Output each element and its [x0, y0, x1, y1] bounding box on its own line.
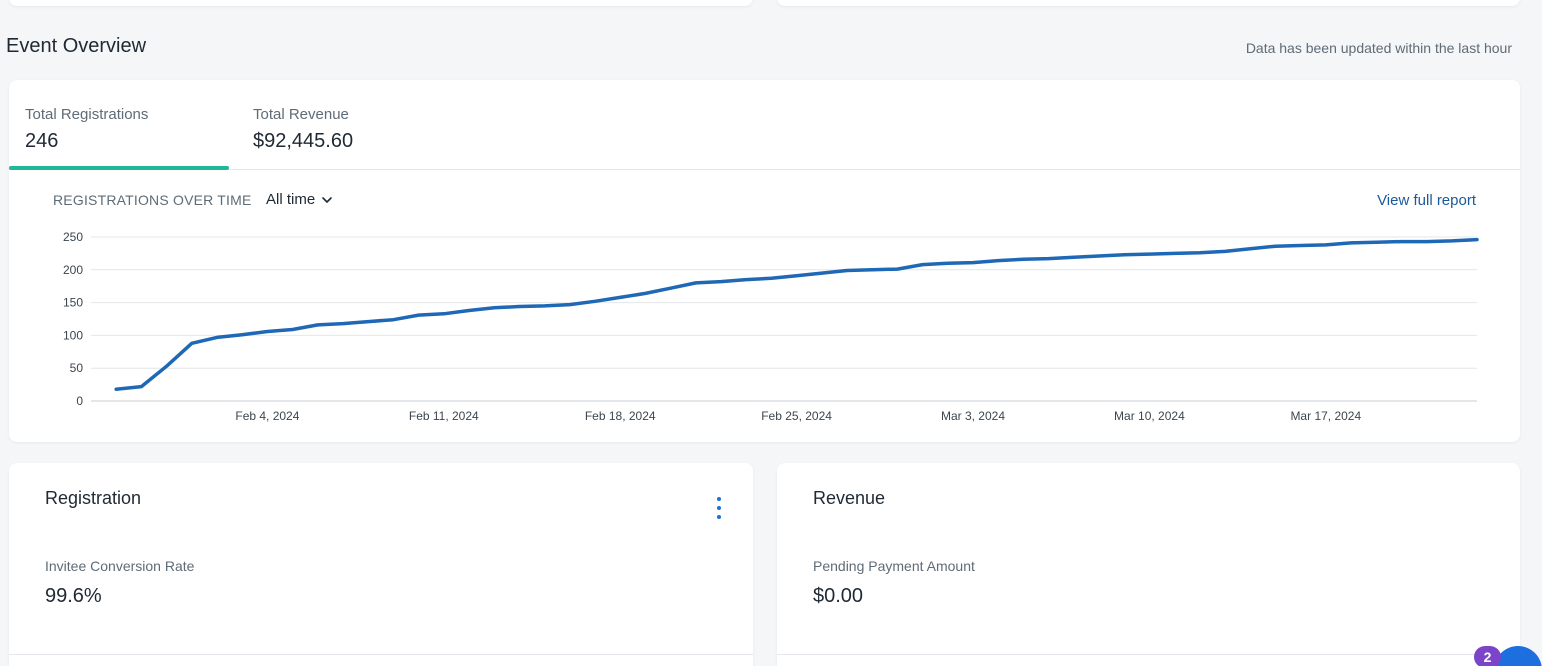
update-note: Data has been updated within the last ho… [1245, 40, 1512, 56]
x-tick-label: Feb 25, 2024 [761, 409, 832, 423]
top-card-right [777, 0, 1520, 6]
x-tick-label: Feb 4, 2024 [235, 409, 299, 423]
x-tick-label: Feb 11, 2024 [409, 409, 479, 423]
registration-card: Registration Invitee Conversion Rate 99.… [9, 463, 753, 666]
y-tick-label: 250 [63, 230, 83, 244]
chat-notification-badge: 2 [1474, 646, 1501, 666]
registrations-line-chart: 0 50 100 150 200 250 Feb 4, 2024 Feb 11, 2024 Fe… [63, 230, 1479, 423]
conversion-rate-label: Invitee Conversion Rate [45, 558, 195, 574]
x-tick-label: Feb 18, 2024 [585, 409, 656, 423]
revenue-card: Revenue Pending Payment Amount $0.00 [777, 463, 1520, 666]
more-options-icon[interactable] [713, 497, 725, 519]
event-overview-card: Total Registrations 246 Total Revenue $9… [9, 80, 1520, 442]
y-tick-label: 50 [70, 361, 84, 375]
registration-card-title: Registration [45, 488, 142, 508]
page-title: Event Overview [6, 35, 147, 57]
y-tick-label: 100 [63, 328, 83, 342]
divider [777, 654, 1520, 655]
y-tick-label: 200 [63, 263, 83, 277]
top-card-left [9, 0, 753, 6]
divider [9, 654, 753, 655]
y-tick-label: 150 [63, 296, 83, 310]
y-tick-label: 0 [76, 394, 83, 408]
x-tick-label: Mar 10, 2024 [1114, 409, 1185, 423]
registrations-series-line [114, 237, 1479, 391]
revenue-card-title: Revenue [813, 488, 886, 508]
x-tick-label: Mar 17, 2024 [1290, 409, 1361, 423]
conversion-rate-value: 99.6% [45, 585, 102, 607]
x-tick-label: Mar 3, 2024 [941, 409, 1005, 423]
pending-payment-label: Pending Payment Amount [813, 558, 975, 574]
pending-payment-value: $0.00 [813, 585, 864, 607]
